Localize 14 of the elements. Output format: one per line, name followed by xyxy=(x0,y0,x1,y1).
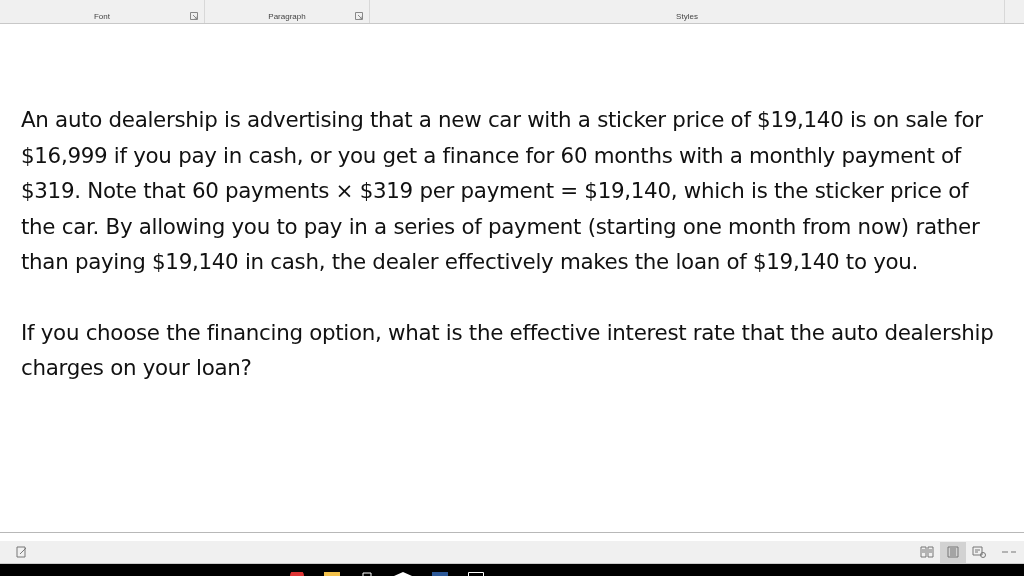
print-view-button[interactable] xyxy=(940,541,966,563)
zoom-out-icon[interactable] xyxy=(1002,550,1016,554)
group-label: Paragraph xyxy=(268,12,306,21)
group-label: Styles xyxy=(676,12,698,21)
window-icon[interactable] xyxy=(468,572,484,576)
paragraph: If you choose the financing option, what is the effective interest rate that the auto dealership charges on your loan? xyxy=(21,318,995,382)
dialog-launcher-icon[interactable] xyxy=(355,12,363,20)
proofing-icon[interactable] xyxy=(16,546,28,558)
paragraph: An auto dealership is advertising that a new car with a sticker price of $19,140 is on sale for $16,999 if you pay in cash, or you get a finance for 60 months with a monthly payment of $319. Note that 60 payments × $319 per payment = $19,140, which is the sticker price of the car. By allowing you to pay in a series of payment (starting one month from now) rather than paying $19,140 in cash, the dealer effectively makes the loan of $19,140 to you. xyxy=(21,106,984,276)
book-icon xyxy=(920,546,934,558)
dialog-launcher-icon[interactable] xyxy=(190,12,198,20)
web-page-icon xyxy=(972,546,986,558)
group-label: Font xyxy=(94,12,110,21)
page-icon xyxy=(946,546,960,558)
